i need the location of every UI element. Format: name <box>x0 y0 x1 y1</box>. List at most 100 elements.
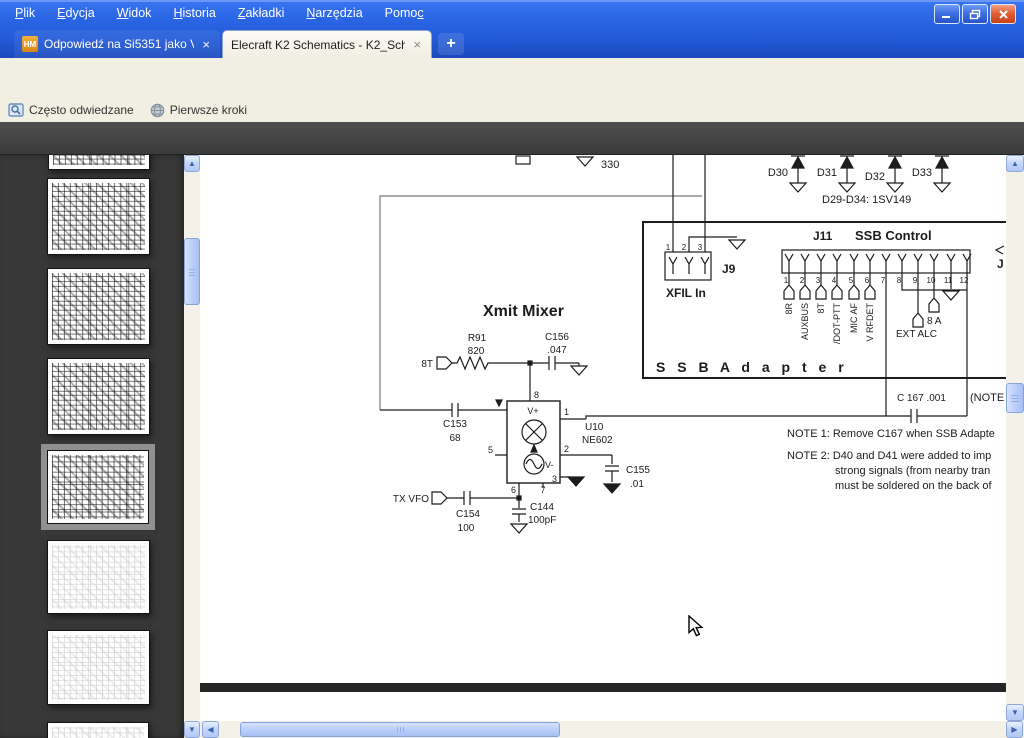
menu-historia[interactable]: Historia <box>164 3 224 25</box>
label-c156-val: .047 <box>547 345 567 356</box>
tab1-favicon: HM <box>22 36 38 52</box>
minimize-button[interactable] <box>934 4 960 24</box>
chevron-up-icon: ▲ <box>1011 160 1019 168</box>
bookmarks-toolbar: Często odwiedzane Pierwsze kroki <box>0 98 1024 123</box>
label-c153: C153 <box>443 419 467 430</box>
label-dot-ptt: /DOT-PTT <box>832 303 842 344</box>
svg-text:6: 6 <box>865 276 870 285</box>
menu-zakladki[interactable]: Zakładki <box>229 3 294 25</box>
label-c144: C144 <box>530 502 554 513</box>
sidebar-scroll-up-button[interactable]: ▲ <box>184 155 200 172</box>
tab2-close-icon[interactable]: × <box>411 38 423 51</box>
label-c153-val: 68 <box>449 433 461 444</box>
svg-text:8: 8 <box>897 276 902 285</box>
note-2c: must be soldered on the back of <box>835 480 992 492</box>
svg-text:2: 2 <box>682 243 687 252</box>
scrollbar-grip <box>400 727 401 732</box>
vertical-scrollbar-thumb[interactable] <box>1006 383 1024 413</box>
tab-pdf-active[interactable]: Elecraft K2 Schematics - K2_Sche... × <box>222 30 432 58</box>
label-ssb-control: SSB Control <box>855 228 932 243</box>
scroll-left-button[interactable]: ◀ <box>202 721 219 738</box>
menu-pomoc[interactable]: Pomoc <box>376 3 433 25</box>
scroll-up-button[interactable]: ▲ <box>1006 155 1024 172</box>
label-8t: 8T <box>421 359 433 370</box>
schematic-labels: 330 D30 D31 D32 D33 D29-D34: 1SV149 J11 … <box>393 159 1006 534</box>
svg-text:1: 1 <box>666 243 671 252</box>
pdf-toolbar: Strona: z 31 − + 150% » <box>0 122 1024 155</box>
note-2: NOTE 2: D40 and D41 were added to imp <box>787 450 991 462</box>
label-r91: R91 <box>468 333 487 344</box>
svg-text:3: 3 <box>698 243 703 252</box>
main-vertical-scrollbar[interactable] <box>1006 155 1024 721</box>
sidebar-scrollbar-thumb[interactable] <box>184 238 200 305</box>
new-tab-button[interactable]: + <box>438 33 464 55</box>
scroll-down-button[interactable]: ▼ <box>1006 704 1024 721</box>
label-v-rfdet: V RFDET <box>865 303 875 342</box>
most-visited-folder-icon <box>8 103 24 117</box>
page-thumbnail[interactable] <box>48 155 150 170</box>
page-thumbnail-selected[interactable] <box>47 450 149 524</box>
svg-text:9: 9 <box>913 276 918 285</box>
label-c167: C 167 .001 <box>897 393 946 404</box>
tab1-close-icon[interactable]: × <box>200 38 212 51</box>
label-pin2: 2 <box>564 444 569 454</box>
horizontal-scrollbar-thumb[interactable] <box>240 722 560 737</box>
page-thumbnail[interactable] <box>47 178 150 255</box>
navigation-toolbar: i <box>0 58 1024 99</box>
label-pin1: 1 <box>564 407 569 417</box>
page-thumbnail[interactable] <box>47 630 150 705</box>
label-ext-alc: EXT ALC <box>896 329 937 340</box>
label-d33: D33 <box>912 167 932 179</box>
schematic-page-8: 330 D30 D31 D32 D33 D29-D34: 1SV149 J11 … <box>200 155 1006 721</box>
page-separator <box>200 683 1006 692</box>
svg-text:12: 12 <box>960 276 969 285</box>
label-8a: 8 A <box>927 316 942 327</box>
svg-text:2: 2 <box>800 276 805 285</box>
tab1-title: Odpowiedź na Si5351 jako VF... <box>44 37 194 51</box>
label-pin7: 7 <box>540 485 545 495</box>
label-r91-val: 820 <box>468 346 485 357</box>
label-j9: J9 <box>722 262 736 276</box>
restore-icon <box>969 9 981 20</box>
scrollbar-grip <box>189 272 195 273</box>
label-pin8: 8 <box>534 390 539 400</box>
label-u10-part: NE602 <box>582 435 613 446</box>
bookmark-pierwsze-kroki[interactable]: Pierwsze kroki <box>142 98 255 122</box>
tab-forum-page[interactable]: HM Odpowiedź na Si5351 jako VF... × <box>14 30 220 58</box>
browser-window: Plik Edycja Widok Historia Zakładki Narz… <box>0 0 1024 738</box>
label-c144-val: 100pF <box>528 515 556 526</box>
label-vminus: V- <box>545 460 554 470</box>
menu-edycja[interactable]: Edycja <box>48 3 104 25</box>
page-thumbnail[interactable] <box>47 540 150 614</box>
label-vplus: V+ <box>527 406 538 416</box>
bookmark-label: Często odwiedzane <box>29 103 134 117</box>
label-xmit-mixer: Xmit Mixer <box>483 303 564 320</box>
menu-widok[interactable]: Widok <box>108 3 161 25</box>
label-8r: 8R <box>784 303 794 315</box>
restore-button[interactable] <box>962 4 988 24</box>
scroll-right-button[interactable]: ▶ <box>1006 721 1023 738</box>
label-diode-series: D29-D34: 1SV149 <box>822 194 911 206</box>
j11-pin-glyphs <box>785 254 971 273</box>
pdf-page-view: 330 D30 D31 D32 D33 D29-D34: 1SV149 J11 … <box>200 155 1006 721</box>
chevron-down-icon: ▼ <box>1011 709 1019 717</box>
label-ssb-adapter: S S B A d a p t e r <box>656 359 848 375</box>
label-pin6: 6 <box>511 485 516 495</box>
label-330: 330 <box>601 159 619 171</box>
scrollbar-grip <box>1011 398 1019 399</box>
page-thumbnail[interactable] <box>47 268 150 345</box>
label-c154: C154 <box>456 509 480 520</box>
sidebar-scroll-down-button[interactable]: ▼ <box>184 721 200 738</box>
close-icon <box>998 9 1009 20</box>
menu-narzedzia[interactable]: Narzędzia <box>297 3 371 25</box>
note-1: NOTE 1: Remove C167 when SSB Adapte <box>787 428 995 440</box>
chevron-right-icon: ▶ <box>1011 726 1017 734</box>
menu-plik[interactable]: Plik <box>6 3 44 25</box>
svg-text:4: 4 <box>832 276 837 285</box>
page-thumbnail[interactable] <box>47 358 150 435</box>
window-controls <box>934 4 1016 24</box>
bookmark-czesto-odwiedzane[interactable]: Często odwiedzane <box>0 98 142 122</box>
close-button[interactable] <box>990 4 1016 24</box>
page-thumbnail[interactable] <box>47 722 149 738</box>
label-mic-af: MIC AF <box>849 303 859 334</box>
